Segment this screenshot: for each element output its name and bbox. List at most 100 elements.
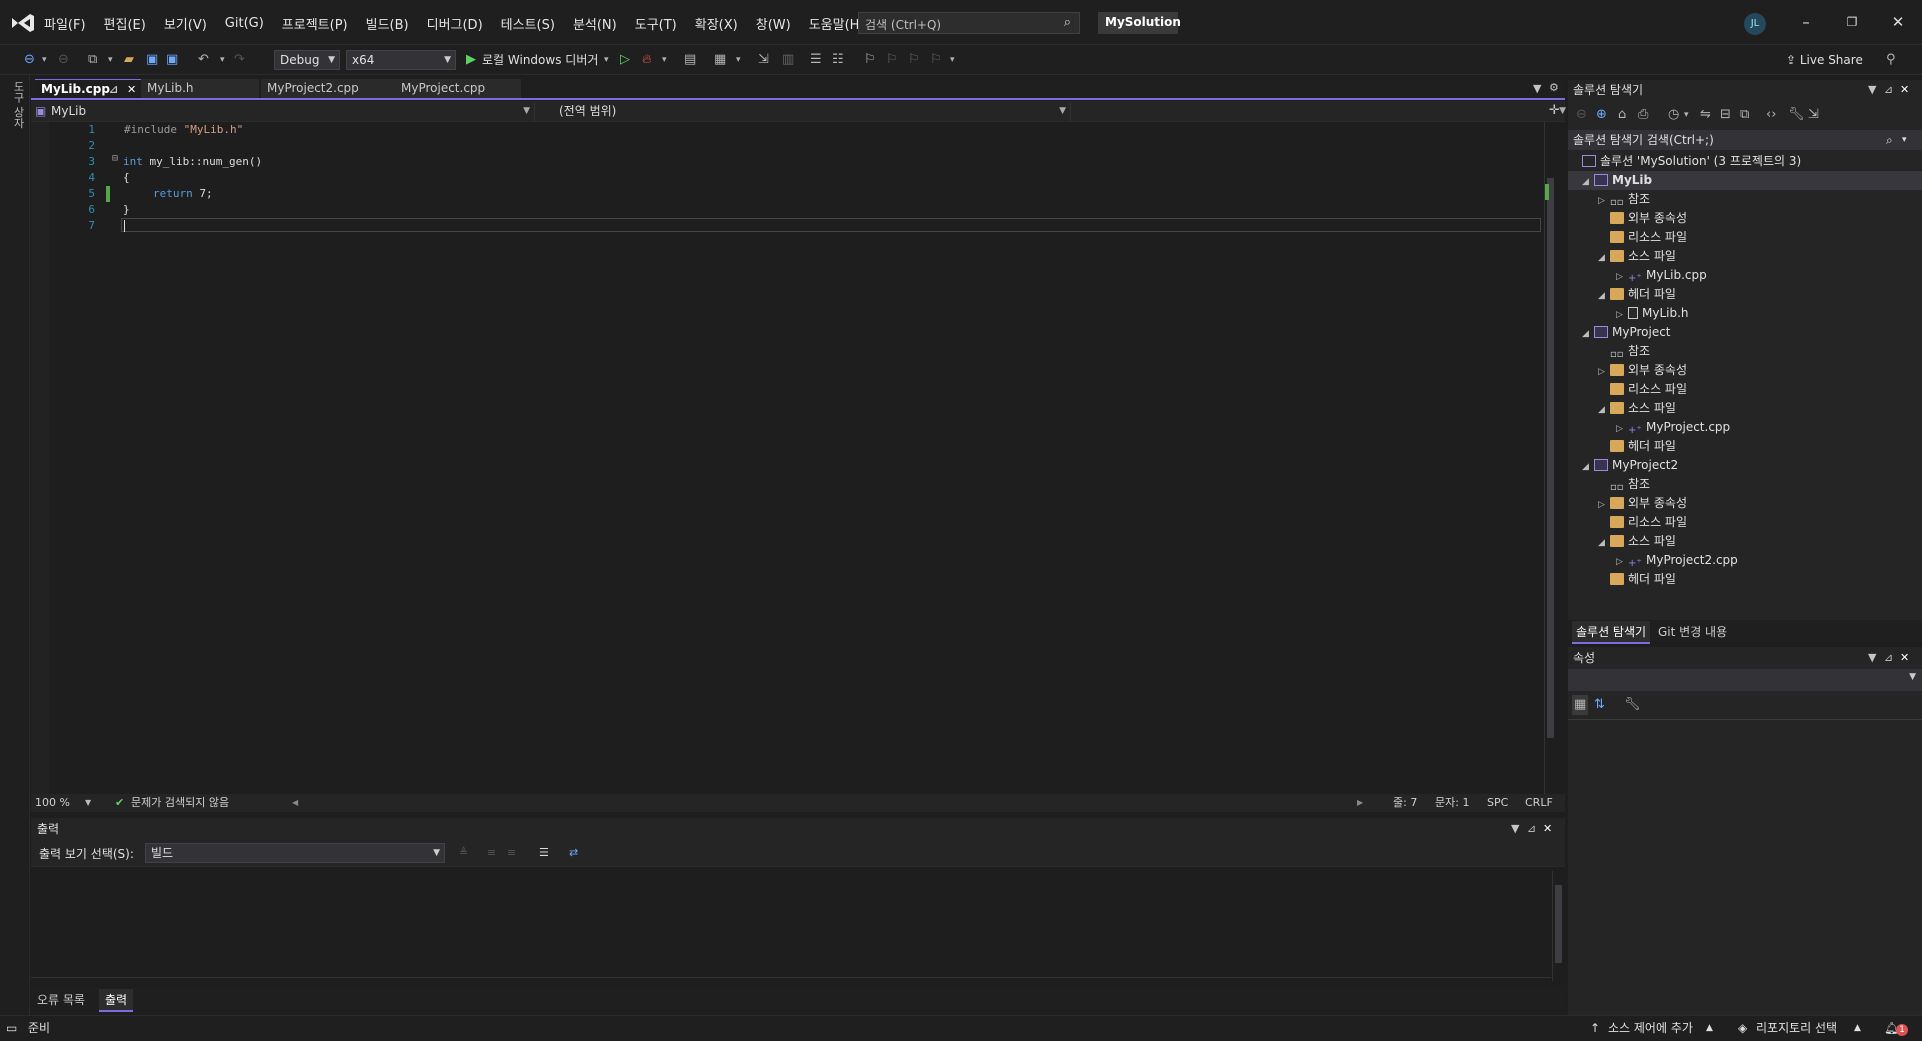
comment-icon[interactable]: ☰ — [810, 50, 822, 70]
tree-item[interactable]: ◢ 소스 파일 — [1598, 399, 1676, 418]
menu-project[interactable]: 프로젝트(P) — [282, 14, 348, 33]
tree-item[interactable]: ◢ 소스 파일 — [1598, 532, 1676, 551]
menu-build[interactable]: 빌드(B) — [366, 14, 409, 33]
tree-item[interactable]: ▷ MyLib.h — [1616, 304, 1689, 323]
menu-view[interactable]: 보기(V) — [164, 14, 207, 33]
close-icon[interactable]: ✕ — [1888, 12, 1908, 32]
alphabetical-icon[interactable]: ⇅ — [1594, 695, 1605, 715]
bookmark-icon[interactable]: ⚐ — [864, 50, 876, 70]
scroll-left-icon[interactable]: ◀ — [292, 794, 298, 812]
expanded-arrow-icon[interactable]: ◢ — [1582, 458, 1594, 477]
tree-item[interactable]: 헤더 파일 — [1598, 570, 1676, 589]
panel-menu-icon[interactable]: ▼ — [1868, 80, 1876, 100]
menu-analyze[interactable]: 분석(N) — [573, 14, 617, 33]
preview-icon[interactable]: ⇲ — [1808, 105, 1819, 125]
clear-bookmarks-icon[interactable]: ⚐ — [930, 50, 942, 70]
scroll-right-icon[interactable]: ▶ — [1357, 794, 1363, 812]
tab-myproject2-cpp[interactable]: MyProject2.cpp — [261, 79, 395, 98]
tab-mylib-cpp[interactable]: MyLib.cpp ⊿ ✕ — [35, 79, 141, 98]
word-wrap-icon[interactable]: ⇄ — [569, 846, 578, 859]
menu-git[interactable]: Git(G) — [225, 16, 264, 31]
tree-item[interactable]: ▷ ▫▫ 참조 — [1598, 190, 1650, 209]
tree-item[interactable]: 리소스 파일 — [1598, 513, 1687, 532]
step-icon[interactable]: ⇲ — [758, 50, 769, 70]
menu-window[interactable]: 창(W) — [756, 14, 791, 33]
menu-tools[interactable]: 도구(T) — [635, 14, 677, 33]
undo-dropdown-icon[interactable]: ▾ — [220, 50, 225, 70]
restore-icon[interactable]: ❐ — [1842, 12, 1862, 32]
feedback-icon[interactable]: ⚲ — [1886, 50, 1896, 70]
tab-mylib-h[interactable]: MyLib.h — [141, 79, 259, 98]
redo-icon[interactable]: ↷ — [234, 50, 245, 70]
expanded-arrow-icon[interactable]: ◢ — [1582, 173, 1594, 192]
save-all-icon[interactable]: ▣ — [166, 50, 178, 70]
tree-item[interactable]: ▷ +⁺ MyProject2.cpp — [1616, 551, 1738, 570]
switch-views-icon[interactable]: ⎙ — [1638, 105, 1648, 125]
hot-reload-icon[interactable]: 🔥︎ — [642, 50, 652, 70]
pin-icon[interactable]: ⊿ — [109, 80, 118, 99]
tab-output[interactable]: 출력 — [99, 989, 134, 1012]
tree-item[interactable]: ◢ 소스 파일 — [1598, 247, 1676, 266]
tab-error-list[interactable]: 오류 목록 — [37, 991, 85, 1008]
output-window-icon[interactable]: ▭ — [6, 1016, 17, 1040]
scope-nav-select[interactable]: (전역 범위) ▼ — [537, 102, 1071, 121]
scrollbar-thumb[interactable] — [1547, 178, 1554, 738]
expanded-arrow-icon[interactable]: ◢ — [1598, 249, 1610, 268]
menu-edit[interactable]: 편집(E) — [104, 14, 146, 33]
back-icon[interactable]: ⊖ — [24, 50, 35, 70]
expanded-arrow-icon[interactable]: ◢ — [1598, 401, 1610, 420]
close-icon[interactable]: ✕ — [1900, 647, 1909, 669]
clear-all-icon[interactable]: ☰ — [539, 846, 549, 859]
expanded-arrow-icon[interactable]: ◢ — [1582, 325, 1594, 344]
tree-item[interactable]: ▷ 외부 종속성 — [1598, 361, 1687, 380]
menu-extensions[interactable]: 확장(X) — [695, 14, 738, 33]
editor-vertical-scrollbar[interactable] — [1544, 122, 1555, 794]
start-debug-button[interactable]: 로컬 Windows 디버거 — [482, 50, 598, 70]
tab-git-changes[interactable]: Git 변경 내용 — [1658, 623, 1727, 640]
pending-changes-filter-icon[interactable]: ◷ — [1668, 105, 1679, 125]
start-debug-icon[interactable]: ▶ — [466, 50, 476, 70]
home-icon[interactable]: ⌂ — [1618, 105, 1626, 125]
code-editor[interactable]: 1 2 3 4 5 6 7 ⊟ #include "MyLib.h" int m… — [31, 122, 1553, 794]
tree-solution-root[interactable]: 솔루션 'MySolution' (3 프로젝트의 3) — [1582, 152, 1801, 171]
search-input[interactable]: 검색 (Ctrl+Q) ⌕ — [858, 12, 1080, 34]
solution-name-badge[interactable]: MySolution — [1098, 12, 1181, 34]
live-share-button[interactable]: ⇪ Live Share — [1786, 50, 1863, 70]
menu-file[interactable]: 파일(F) — [44, 14, 86, 33]
output-scrollbar[interactable] — [1552, 871, 1563, 981]
avatar[interactable]: JL — [1744, 13, 1766, 35]
back-icon[interactable]: ⊖ — [1576, 105, 1587, 125]
prev-bookmark-icon[interactable]: ⚐ — [886, 50, 898, 70]
tree-item[interactable]: ◢ 헤더 파일 — [1598, 285, 1676, 304]
close-icon[interactable]: ✕ — [1900, 80, 1909, 100]
tree-item[interactable]: 헤더 파일 — [1598, 437, 1676, 456]
close-icon[interactable]: ✕ — [1543, 818, 1552, 840]
tree-item[interactable]: ▷ 외부 종속성 — [1598, 494, 1687, 513]
output-source-select[interactable]: 빌드 ▼ — [145, 843, 445, 863]
menu-help[interactable]: 도움말(H) — [809, 14, 865, 33]
undo-icon[interactable]: ↶ — [198, 50, 209, 70]
tree-item[interactable]: 리소스 파일 — [1598, 380, 1687, 399]
tab-myproject-cpp[interactable]: MyProject.cpp — [395, 79, 521, 98]
select-repository-button[interactable]: 리포지토리 선택 — [1756, 1016, 1837, 1040]
menu-test[interactable]: 테스트(S) — [501, 14, 555, 33]
property-pages-icon[interactable]: 🔧︎ — [1624, 695, 1641, 715]
tree-item[interactable]: ▫▫ 참조 — [1598, 475, 1650, 494]
properties-wrench-icon[interactable]: 🔧︎ — [1788, 105, 1805, 125]
tree-item[interactable]: ▫▫ 참조 — [1598, 342, 1650, 361]
panel-menu-icon[interactable]: ▼ — [1511, 818, 1519, 840]
browse-icon[interactable]: ▤ — [684, 50, 696, 70]
hot-reload-dropdown-icon[interactable]: ▾ — [662, 50, 667, 70]
expanded-arrow-icon[interactable]: ◢ — [1598, 287, 1610, 306]
next-message-icon[interactable]: ≡ — [507, 846, 516, 859]
tree-item[interactable]: ◢ MyLib — [1568, 171, 1922, 190]
platform-select[interactable]: x64 ▼ — [346, 50, 456, 70]
project-nav-select[interactable]: ▣ MyLib ▼ — [31, 102, 535, 121]
column-indicator[interactable]: 문자: 1 — [1435, 794, 1469, 812]
show-all-files-icon[interactable]: ⧉ — [1740, 105, 1749, 125]
tree-item[interactable]: ◢ MyProject — [1582, 323, 1671, 342]
back-dropdown-icon[interactable]: ▾ — [42, 50, 47, 70]
sync-icon[interactable]: ⇋ — [1700, 105, 1711, 125]
line-indicator[interactable]: 줄: 7 — [1393, 794, 1417, 812]
layout-icon[interactable]: ▦ — [714, 50, 726, 70]
